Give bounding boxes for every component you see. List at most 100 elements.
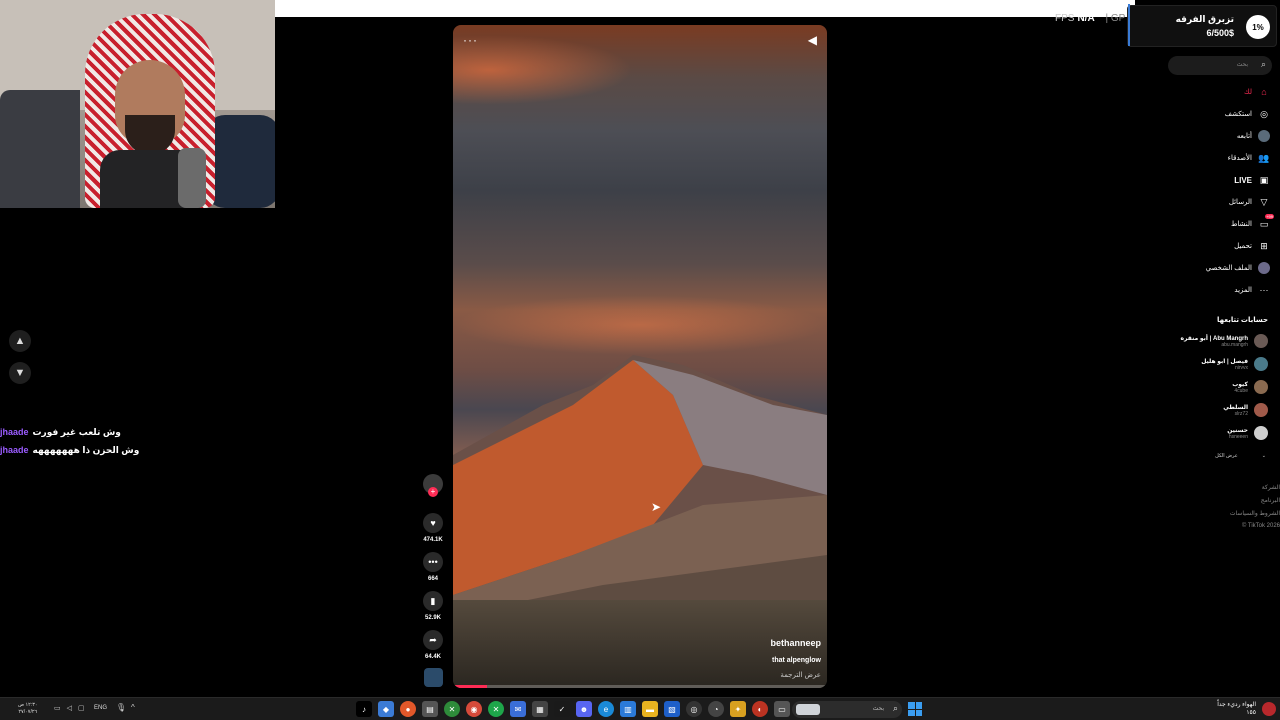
sidebar-item-label: لك	[1243, 89, 1252, 96]
firefox-icon[interactable]: ●	[400, 701, 416, 717]
obs-icon[interactable]: ◎	[686, 701, 702, 717]
sidebar-item-following[interactable]: أتابعه	[1237, 128, 1270, 144]
app-icon[interactable]: ▧	[664, 701, 680, 717]
avatar: +	[423, 474, 443, 497]
goal-amount: 6/500$	[1206, 28, 1234, 38]
account-handle: nirvvx	[1234, 364, 1248, 371]
chat-text: وش الحزن ذا هههههههه	[32, 445, 140, 455]
more-dots-icon: ···	[1259, 285, 1269, 295]
discord-icon[interactable]: ☻	[576, 701, 592, 717]
avatar	[1254, 403, 1268, 417]
search-placeholder: بحث	[1236, 62, 1248, 68]
see-all-link[interactable]: ⌄ عرض الكل	[1215, 453, 1266, 459]
chrome-icon[interactable]: ◉	[466, 701, 482, 717]
video-player[interactable]: ··· ◀ bethanneep that alpenglow عرض التر…	[453, 25, 827, 688]
taskbar-search-placeholder: بحث	[872, 706, 884, 712]
profile-icon	[1258, 262, 1270, 274]
app-icon[interactable]: ◔	[708, 701, 724, 717]
taskbar-search[interactable]: بحث ⌕	[792, 701, 902, 718]
activity-icon: ▭ 99+	[1259, 214, 1274, 229]
sidebar-item-explore[interactable]: ◎ استكشف	[1225, 106, 1270, 122]
account-handle: abu.mangrh	[1221, 341, 1248, 348]
sidebar-item-upload[interactable]: ⊞ تحميل	[1234, 238, 1270, 254]
steam-icon[interactable]: ✓	[554, 701, 570, 717]
app-icon[interactable]: ✦	[730, 701, 746, 717]
system-tray[interactable]: ▭ ◁ ▢	[54, 704, 85, 712]
windows-start-icon[interactable]	[908, 702, 922, 716]
following-account[interactable]: فيصل | ابو هليل nirvvx	[1201, 355, 1268, 373]
sidebar-item-live[interactable]: ▣ LIVE	[1234, 172, 1270, 188]
more-icon[interactable]: ···	[463, 33, 478, 47]
app-icon[interactable]: ▦	[532, 701, 548, 717]
account-handle: hsneeen	[1228, 433, 1248, 440]
video-progress-fill	[453, 685, 487, 688]
donation-goal-widget: تزبرق الفرقه 6/500$ 1%	[1127, 4, 1277, 47]
avatar	[1254, 426, 1268, 440]
volume-icon[interactable]: ◀	[808, 33, 817, 47]
tiktok-app-icon[interactable]: ♪	[356, 701, 372, 717]
edge-icon[interactable]: e	[598, 701, 614, 717]
store-icon[interactable]: ▥	[620, 701, 636, 717]
taskbar-clock[interactable]: ١٢:٣٠ ص ٢٧/٠٧/٢٦	[18, 702, 38, 716]
share-button[interactable]: ➦ 64.4K	[423, 630, 443, 660]
following-account[interactable]: حسنين hsneeen	[1227, 424, 1268, 442]
previous-video-button[interactable]: ▲	[9, 330, 31, 352]
following-account[interactable]: السلطي slrz72	[1223, 401, 1268, 419]
microphone-icon[interactable]: 🎙	[116, 703, 126, 712]
network-icon[interactable]: ▢	[78, 704, 85, 712]
footer-link-terms[interactable]: الشروط والسياسات	[1230, 510, 1280, 517]
footer-link-company[interactable]: الشركة	[1262, 484, 1280, 491]
sidebar-item-more[interactable]: ··· المزيد	[1234, 282, 1270, 298]
app-icon[interactable]: ◆	[378, 701, 394, 717]
chevron-down-icon: ⌄	[1261, 453, 1266, 459]
app-icon[interactable]: ▭	[774, 701, 790, 717]
sidebar-item-friends[interactable]: 👥 الأصدقاء	[1228, 150, 1270, 166]
footer-link-program[interactable]: البرنامج	[1261, 497, 1280, 504]
search-icon[interactable]: ⌕	[1261, 59, 1266, 70]
bookmark-icon: ▮	[423, 591, 443, 611]
app-icon[interactable]: ▤	[422, 701, 438, 717]
speaker-icon[interactable]: ◁	[67, 704, 72, 712]
creator-avatar-button[interactable]: +	[423, 474, 443, 497]
sidebar-item-profile[interactable]: الملف الشخصي	[1206, 260, 1270, 276]
following-account[interactable]: Abu Mangrh | أبو منقره abu.mangrh	[1180, 332, 1268, 350]
account-handle: 4cube	[1234, 387, 1248, 394]
chat-text: وش تلعب غير فورت	[32, 427, 121, 437]
account-name: حسنين	[1227, 427, 1248, 434]
fps-label: FPS	[1055, 13, 1075, 24]
language-indicator[interactable]: ENG	[94, 705, 107, 711]
avatar	[1254, 357, 1268, 371]
sidebar-item-activity[interactable]: ▭ 99+ النشاط	[1231, 214, 1274, 232]
taskbar-apps: ♪ ◆ ● ▤ ✕ ◉ ✕ ✉ ▦ ✓ ☻ e ▥ ▬ ▧ ◎ ◔ ✦ ◐ ▭	[356, 701, 790, 717]
sidebar-item-for-you[interactable]: ⌂ لك	[1244, 84, 1270, 100]
weather-widget[interactable]: الهواء رديء جداً ١٥٥	[1217, 701, 1256, 717]
stream-chat: jhaade وش تلعب غير فورت jhaade وش الحزن …	[0, 425, 260, 461]
goal-percent: 1%	[1246, 15, 1270, 39]
chat-bubble-icon[interactable]: ▭	[54, 704, 61, 712]
sidebar-item-label: الأصدقاء	[1227, 155, 1252, 162]
xbox-icon[interactable]: ✕	[444, 701, 460, 717]
music-disc-icon[interactable]	[424, 668, 443, 687]
fps-value: N/A	[1077, 13, 1095, 24]
next-video-button[interactable]: ▼	[9, 362, 31, 384]
chevron-up-icon[interactable]: ^	[131, 703, 135, 712]
notification-badge: 99+	[1265, 214, 1274, 219]
see-translation-link[interactable]: عرض الترجمة	[780, 671, 821, 679]
folder-icon[interactable]: ▬	[642, 701, 658, 717]
video-author[interactable]: bethanneep	[770, 638, 821, 648]
like-button[interactable]: ♥ 474.1K	[423, 513, 443, 543]
save-button[interactable]: ▮ 52.9K	[423, 591, 443, 621]
xbox-app-icon[interactable]: ✕	[488, 701, 504, 717]
following-account[interactable]: كيوب 4cube	[1232, 378, 1268, 396]
search-input[interactable]: بحث ⌕	[1168, 56, 1272, 75]
follow-plus-icon[interactable]: +	[428, 487, 438, 497]
app-icon[interactable]: ◐	[752, 701, 768, 717]
mail-icon[interactable]: ✉	[510, 701, 526, 717]
comment-button[interactable]: ••• 664	[423, 552, 443, 582]
video-progress-bar[interactable]	[453, 685, 827, 688]
following-avatar-icon	[1258, 130, 1270, 142]
clock-time: ١٢:٣٠ ص	[18, 702, 38, 708]
sidebar-item-messages[interactable]: ▽ الرسائل	[1229, 194, 1270, 210]
sidebar-item-label: الرسائل	[1228, 199, 1252, 206]
share-count: 64.4K	[424, 654, 441, 660]
